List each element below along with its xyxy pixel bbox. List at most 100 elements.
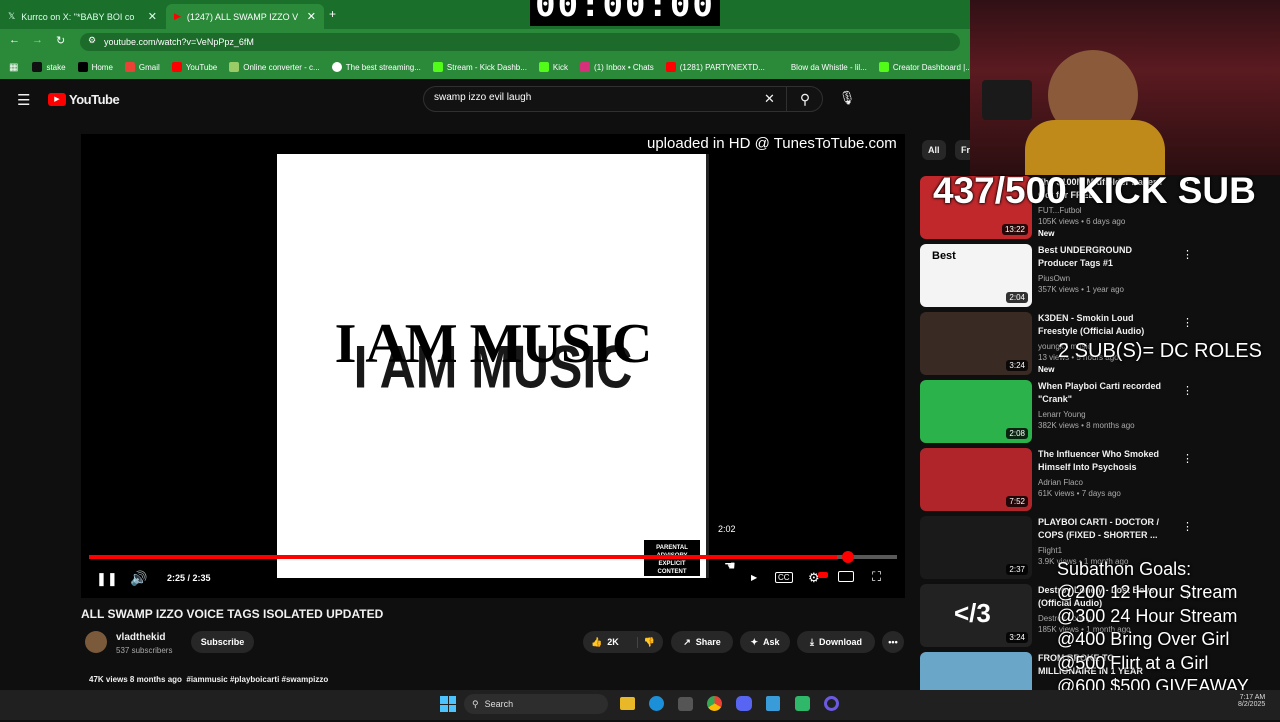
file-explorer-icon[interactable] <box>620 697 635 710</box>
date: 8/2/2025 <box>1238 701 1266 708</box>
back-icon[interactable]: ← <box>9 34 20 46</box>
clear-search-icon[interactable]: ✕ <box>764 91 775 107</box>
new-tab-icon[interactable]: + <box>329 7 336 21</box>
progress-scrubber[interactable] <box>842 551 854 563</box>
more-options-icon[interactable]: ⋮ <box>1182 452 1193 465</box>
bookmark-item[interactable]: (1281) PARTYNEXTD... <box>665 62 765 72</box>
share-button[interactable]: ↗ Share <box>671 631 733 653</box>
youtube-logo[interactable]: ▶ YouTube <box>48 92 120 107</box>
video-thumbnail[interactable]: Best 2:04 <box>920 244 1032 307</box>
bookmark-item[interactable]: Kick <box>538 62 569 72</box>
video-meta: 61K views • 7 days ago <box>1038 489 1121 498</box>
sparkle-icon: ✦ <box>750 636 759 647</box>
bookmark-item[interactable]: Stream - Kick Dashb... <box>432 62 527 72</box>
ask-button[interactable]: ✦ Ask <box>740 631 790 653</box>
more-options-icon[interactable]: ⋮ <box>1182 384 1193 397</box>
bookmark-item[interactable]: YouTube <box>171 62 217 72</box>
logo-text: YouTube <box>69 92 120 107</box>
url-field[interactable]: youtube.com/watch?v=VeNpPpz_6fM <box>80 33 960 51</box>
autoplay-icon[interactable]: ▶ <box>751 573 757 582</box>
bookmark-item[interactable]: stake <box>32 62 66 72</box>
bookmark-label: Creator Dashboard |... <box>892 62 972 72</box>
search-button[interactable]: ⚲ <box>786 86 823 112</box>
thumbnail-text: </3 <box>954 598 991 628</box>
more-actions-icon[interactable]: ••• <box>882 631 904 653</box>
subscribe-button[interactable]: Subscribe <box>191 631 254 653</box>
channel-name[interactable]: Flight1 <box>1038 546 1062 555</box>
webcam-jacket <box>1025 120 1165 175</box>
download-button[interactable]: ⤓ Download <box>797 631 875 653</box>
goal-line: @200 12 Hour Stream <box>1057 582 1238 603</box>
close-icon[interactable]: ✕ <box>307 10 316 23</box>
channel-name[interactable]: vladthekid <box>116 632 165 643</box>
bookmark-item[interactable]: (1) Inbox • Chats <box>580 62 654 72</box>
volume-icon[interactable]: 🔊 <box>130 570 147 587</box>
recommended-video[interactable]: 7:52 The Influencer Who Smoked Himself In… <box>920 448 1193 512</box>
apps-icon[interactable]: ▦ <box>9 62 18 73</box>
app-icon[interactable] <box>824 696 839 711</box>
video-title[interactable]: Best UNDERGROUND Producer Tags #1 <box>1038 244 1168 270</box>
video-title[interactable]: When Playboi Carti recorded "Crank" <box>1038 380 1168 406</box>
recommended-video[interactable]: Best 2:04 Best UNDERGROUND Producer Tags #… <box>920 244 1193 308</box>
discord-icon[interactable] <box>736 696 752 711</box>
browser-tab[interactable]: 𝕏 Kurrco on X: "*BABY BOI co ✕ <box>0 4 165 29</box>
subscriber-count: 537 subscribers <box>116 646 173 655</box>
more-options-icon[interactable]: ⋮ <box>1182 520 1193 533</box>
channel-name[interactable]: Adrian Flaco <box>1038 478 1083 487</box>
thumbs-down-icon[interactable]: 👎 <box>636 636 655 648</box>
bookmark-item[interactable]: Blow da Whistle - lil... <box>776 62 867 72</box>
chrome-icon[interactable] <box>707 696 722 711</box>
chip-all[interactable]: All <box>922 140 946 160</box>
site-info-icon[interactable]: ⚙ <box>88 35 96 46</box>
bookmark-item[interactable]: Home <box>77 62 113 72</box>
recommended-video[interactable]: 2:08 When Playboi Carti recorded "Crank" L… <box>920 380 1193 444</box>
bookmark-label: Kick <box>552 62 569 72</box>
bookmark-item[interactable]: Online converter - c... <box>229 62 320 72</box>
avatar[interactable] <box>85 631 107 653</box>
store-icon[interactable] <box>678 697 693 711</box>
video-thumbnail[interactable]: 2:08 <box>920 380 1032 443</box>
like-button[interactable]: 👍 2K 👎 <box>583 631 663 653</box>
channel-name[interactable]: Lenarr Young <box>1038 410 1086 419</box>
youtube-icon <box>171 62 182 72</box>
mic-icon[interactable]: 🎙 <box>836 87 858 109</box>
video-title: ALL SWAMP IZZO VOICE TAGS ISOLATED UPDAT… <box>81 607 384 621</box>
duration-badge: 2:08 <box>1006 428 1028 439</box>
bookmark-item[interactable]: Gmail <box>124 62 160 72</box>
forward-icon[interactable]: → <box>32 34 43 46</box>
reload-icon[interactable]: ↻ <box>56 34 65 47</box>
video-title[interactable]: K3DEN - Smokin Loud Freestyle (Official … <box>1038 312 1168 338</box>
bookmark-label: Gmail <box>138 62 160 72</box>
menu-icon[interactable]: ☰ <box>17 91 30 109</box>
youtube-icon: ▶ <box>174 11 181 21</box>
video-thumbnail[interactable]: 7:52 <box>920 448 1032 511</box>
bookmark-icon <box>32 62 43 72</box>
more-options-icon[interactable]: ⋮ <box>1182 316 1193 329</box>
more-options-icon[interactable]: ⋮ <box>1182 248 1193 261</box>
edge-icon[interactable] <box>649 696 664 711</box>
channel-name[interactable]: PiusOwn <box>1038 274 1070 283</box>
browser-tab-active[interactable]: ▶ (1247) ALL SWAMP IZZO V ✕ <box>166 4 324 29</box>
bookmark-item[interactable]: Creator Dashboard |... <box>878 62 972 72</box>
pause-icon[interactable]: ❚❚ <box>96 571 118 587</box>
hashtags[interactable]: #iammusic #playboicarti #swampizzo <box>186 675 328 684</box>
bookmark-item[interactable]: The best streaming... <box>331 62 421 72</box>
close-icon[interactable]: ✕ <box>148 10 157 23</box>
video-thumbnail[interactable]: 3:24 <box>920 312 1032 375</box>
windows-start-icon[interactable] <box>440 696 456 712</box>
app-icon[interactable] <box>766 696 780 711</box>
taskbar <box>0 690 1280 720</box>
duration-badge: 2:37 <box>1006 564 1028 575</box>
search-input[interactable]: swamp izzo evil laugh <box>434 92 531 103</box>
video-thumbnail[interactable]: </3 3:24 <box>920 584 1032 647</box>
video-title[interactable]: The Influencer Who Smoked Himself Into P… <box>1038 448 1168 474</box>
video-meta: 105K views • 6 days ago <box>1038 217 1126 226</box>
app-icon[interactable] <box>795 696 810 711</box>
fullscreen-icon[interactable]: ⛶ <box>872 569 881 585</box>
theater-icon[interactable] <box>838 571 854 582</box>
captions-icon[interactable]: CC <box>775 572 793 583</box>
video-thumbnail[interactable]: 2:37 <box>920 516 1032 579</box>
taskbar-search[interactable]: ⚲ Search <box>464 694 608 714</box>
video-title[interactable]: PLAYBOI CARTI - DOCTOR / COPS (FIXED - S… <box>1038 516 1168 542</box>
clock[interactable]: 7:17 AM 8/2/2025 <box>1238 694 1265 708</box>
